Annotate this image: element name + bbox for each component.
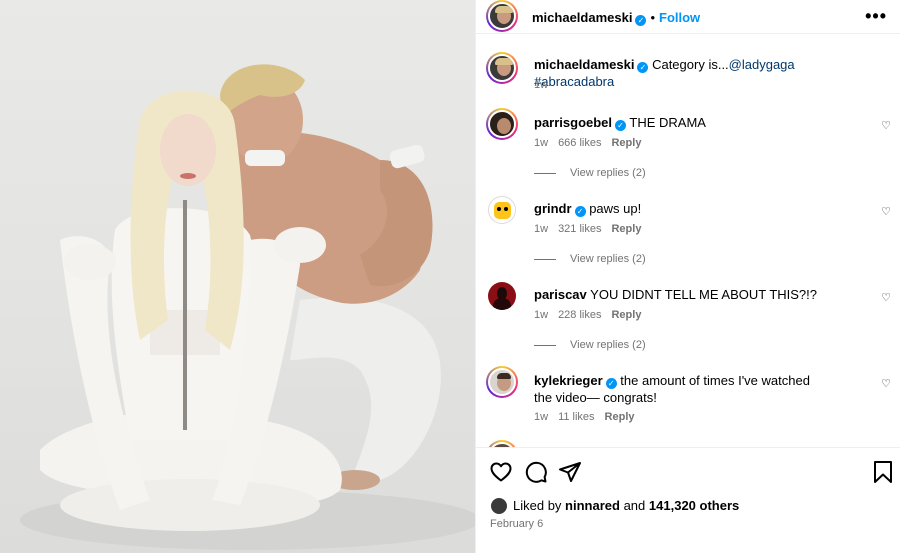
commenter-avatar[interactable] — [486, 440, 518, 447]
comment-text: parrisgoebel ✓ THE DRAMA — [534, 114, 864, 131]
comment-time: 1w — [534, 137, 549, 149]
separator-dot: • — [650, 10, 656, 25]
author-username[interactable]: michaeldameski — [532, 10, 632, 25]
reply-button[interactable]: Reply — [611, 137, 641, 149]
comment-heart-icon[interactable]: ♡ — [881, 291, 891, 304]
post-date[interactable]: February 6 — [490, 518, 543, 530]
caption-body: Category is... — [652, 57, 729, 72]
comment-body: paws up! — [589, 201, 642, 216]
commenter-avatar[interactable] — [486, 366, 518, 398]
liked-by-avatar — [490, 497, 508, 515]
liked-and: and — [623, 498, 646, 513]
comment-username[interactable]: pariscav — [534, 287, 587, 302]
comment-text: pariscav YOU DIDNT TELL ME ABOUT THIS?!? — [534, 286, 864, 303]
comment-body: THE DRAMA — [629, 115, 706, 130]
caption-time: 1w — [534, 79, 549, 91]
comment-username[interactable]: parrisgoebel — [534, 115, 612, 130]
verified-badge-icon: ✓ — [637, 62, 649, 73]
view-replies-button[interactable]: View replies (2) — [534, 339, 646, 351]
view-replies-button[interactable]: View replies (2) — [534, 167, 646, 179]
comment-icon[interactable] — [524, 460, 548, 484]
comment-username[interactable]: kylekrieger — [534, 373, 603, 388]
comment-likes[interactable]: 321 likes — [558, 223, 601, 235]
comment-meta: 1w 666 likes Reply — [534, 137, 651, 149]
comment-username[interactable]: grindr — [534, 201, 572, 216]
commenter-avatar[interactable] — [488, 282, 516, 310]
post-sidebar: michaeldameski ✓ • Follow ••• michaeldamesk… — [475, 0, 900, 553]
verified-badge-icon: ✓ — [574, 206, 586, 217]
comment-meta: 1w 228 likes Reply — [534, 309, 651, 321]
more-icon[interactable]: ••• — [865, 6, 887, 27]
comment-likes[interactable]: 228 likes — [558, 309, 601, 321]
commenter-avatar[interactable] — [486, 108, 518, 140]
comment-heart-icon[interactable]: ♡ — [881, 377, 891, 390]
verified-badge-icon: ✓ — [615, 120, 627, 131]
follow-button[interactable]: Follow — [659, 10, 700, 25]
reply-button[interactable]: Reply — [611, 223, 641, 235]
comment-likes[interactable]: 666 likes — [558, 137, 601, 149]
caption-meta: 1w — [534, 79, 558, 91]
heart-icon[interactable] — [489, 460, 513, 484]
reply-button[interactable]: Reply — [605, 411, 635, 423]
header-author-line: michaeldameski ✓ • Follow — [532, 9, 700, 27]
comment-body: YOU DIDNT TELL ME ABOUT THIS?!? — [590, 287, 818, 302]
comment-meta: 1w 11 likes Reply — [534, 411, 645, 423]
caption-mention-link[interactable]: @ladygaga — [729, 57, 795, 72]
caption-username[interactable]: michaeldameski — [534, 57, 634, 72]
post-photo[interactable] — [0, 0, 475, 553]
reply-button[interactable]: Reply — [611, 309, 641, 321]
comment-time: 1w — [534, 309, 549, 321]
comment-text: kylekrieger ✓ the amount of times I've wa… — [534, 372, 814, 406]
share-icon[interactable] — [558, 460, 582, 484]
bookmark-icon[interactable] — [873, 460, 893, 484]
liked-prefix: Liked by — [513, 498, 562, 513]
post-image — [20, 64, 475, 550]
likes-count-link[interactable]: 141,320 others — [649, 498, 739, 513]
caption-text: michaeldameski ✓ Category is...@ladygaga … — [534, 56, 864, 90]
comment-text: grindr ✓ paws up! — [534, 200, 864, 217]
caption-avatar[interactable] — [486, 52, 518, 84]
likes-summary: Liked by ninnared and 141,320 others — [490, 497, 739, 515]
post-header: michaeldameski ✓ • Follow ••• — [476, 0, 900, 34]
comments-list[interactable]: michaeldameski ✓ Category is...@ladygaga … — [476, 35, 900, 447]
comment-time: 1w — [534, 411, 549, 423]
view-replies-button[interactable]: View replies (2) — [534, 253, 646, 265]
comment-time: 1w — [534, 223, 549, 235]
verified-badge-icon: ✓ — [635, 15, 647, 26]
liked-user-link[interactable]: ninnared — [565, 498, 620, 513]
comment-meta: 1w 321 likes Reply — [534, 223, 651, 235]
author-avatar[interactable] — [486, 0, 518, 32]
comment-heart-icon[interactable]: ♡ — [881, 205, 891, 218]
post-actions: Liked by ninnared and 141,320 others Feb… — [476, 447, 900, 553]
commenter-avatar[interactable] — [488, 196, 516, 224]
verified-badge-icon: ✓ — [605, 378, 617, 389]
comment-likes[interactable]: 11 likes — [558, 411, 594, 423]
comment-heart-icon[interactable]: ♡ — [881, 119, 891, 132]
